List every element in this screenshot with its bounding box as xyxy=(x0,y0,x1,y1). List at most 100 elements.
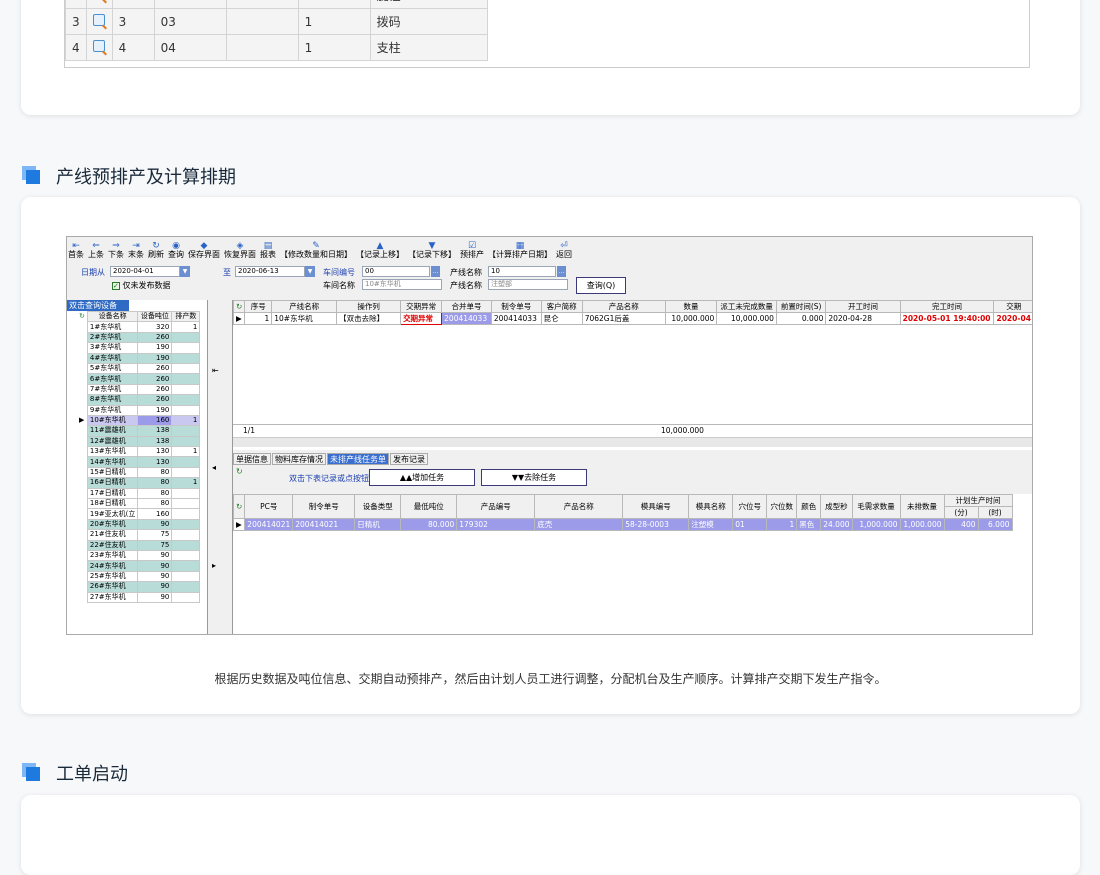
refresh-icon[interactable]: ↻ xyxy=(77,311,88,322)
first-record-icon[interactable]: ⇤ xyxy=(212,366,219,375)
toolbar-button[interactable]: ⇐ 上条 xyxy=(88,242,104,260)
top-card: 22023旋钮33031拨码44041支柱 xyxy=(21,0,1080,115)
view-icon[interactable] xyxy=(92,14,105,26)
tab-2[interactable]: 物料库存情况 xyxy=(272,453,326,465)
machine-row[interactable]: 19#亚太机(立 160 xyxy=(77,508,201,520)
machine-tonnage: 260 xyxy=(137,394,173,406)
machine-row[interactable]: 25#东华机 90 xyxy=(77,570,201,583)
toolbar-button[interactable]: ⇒ 下条 xyxy=(108,242,124,260)
move-right-icon[interactable]: ▸ xyxy=(212,561,216,570)
toolbar-button[interactable]: ⏎ 返回 xyxy=(556,242,572,260)
toolbar-button[interactable]: ◉ 查询 xyxy=(168,242,184,260)
schedule-cell: 0.000 xyxy=(775,312,827,325)
toolbar-button[interactable]: ▲ 【记录上移】 xyxy=(356,241,404,260)
tab-4[interactable]: 发布记录 xyxy=(390,453,428,465)
toolbar-button[interactable]: ▦ 【计算排产日期】 xyxy=(488,242,552,260)
machine-row[interactable]: 17#日精机 80 xyxy=(77,487,201,500)
machine-row[interactable]: 8#东华机 260 xyxy=(77,394,201,406)
machine-count xyxy=(171,560,201,572)
toolbar: ⇤ 首条 ⇐ 上条 ⇒ 下条 ⇥ 末条 ↻ 刷新 ◉ 查询 ◆ 保存界面 ◈ 恢复界面 ▤ 报表 ✎ 【修改数量和日期… xyxy=(67,237,1032,260)
only-unpublished-checkbox[interactable]: ✓ 仅未发布数据 xyxy=(112,280,171,291)
toolbar-icon: ☑ xyxy=(467,241,477,251)
column-header: 产线名称 xyxy=(271,300,338,313)
machine-tonnage: 75 xyxy=(137,539,173,552)
date-to-field[interactable]: 2020-06-13 xyxy=(235,266,305,277)
refresh-icon[interactable]: ↻ xyxy=(232,494,246,519)
machine-row[interactable]: 3#东华机 190 xyxy=(77,342,201,354)
machine-row[interactable]: 20#东华机 90 xyxy=(77,518,201,531)
machine-row[interactable]: 26#东华机 90 xyxy=(77,581,201,593)
machine-row[interactable]: 4#东华机 190 xyxy=(77,352,201,364)
horizontal-scrollbar[interactable] xyxy=(233,437,1032,447)
machine-row[interactable]: 7#东华机 260 xyxy=(77,383,201,396)
date-from-field[interactable]: 2020-04-01 xyxy=(110,266,180,277)
toolbar-button[interactable]: ◆ 保存界面 xyxy=(188,242,220,260)
column-header: 前置时间(S) xyxy=(775,300,827,313)
machine-row[interactable]: 24#东华机 90 xyxy=(77,560,201,572)
toolbar-icon: ✎ xyxy=(312,241,320,251)
workshop-no-lookup[interactable]: … xyxy=(431,266,440,277)
machine-row[interactable]: 2#东华机 260 xyxy=(77,331,201,344)
machine-row[interactable]: 22#住友机 75 xyxy=(77,539,201,552)
toolbar-button[interactable]: ⇥ 末条 xyxy=(128,242,144,260)
refresh-icon[interactable]: ↻ xyxy=(236,467,243,476)
machine-count xyxy=(171,435,201,448)
task-cell: 日精机 xyxy=(354,518,402,531)
row-pointer xyxy=(77,363,87,373)
table-row[interactable]: 3 3 03 1 拨码 xyxy=(65,8,488,35)
machine-row[interactable]: 15#日精机 80 xyxy=(77,466,201,479)
toolbar-button[interactable]: ▤ 报表 xyxy=(260,242,276,260)
task-cell: 200414021 xyxy=(244,518,294,531)
unscheduled-table: ↻ PC号 制令单号 设备类型 最低吨位 产品编号 产品名称 模具编号 模具名称 穴位号 穴位数 颜色… xyxy=(232,494,1013,531)
table-row[interactable]: 22023旋钮 xyxy=(65,0,488,9)
toolbar-button[interactable]: ☑ 预排产 xyxy=(460,241,484,260)
machine-count xyxy=(171,352,201,364)
machine-row[interactable]: 23#东华机 90 xyxy=(77,549,201,562)
tab-1[interactable]: 单据信息 xyxy=(233,453,271,465)
machine-row[interactable]: 6#东华机 260 xyxy=(77,373,201,385)
toolbar-button[interactable]: ▼ 【记录下移】 xyxy=(408,242,456,260)
refresh-icon[interactable]: ↻ xyxy=(232,300,246,313)
date-from-dropdown[interactable]: ▼ xyxy=(180,266,190,277)
scheduling-caption: 根据历史数据及吨位信息、交期自动预排产，然后由计划人员工进行调整，分配机台及生产… xyxy=(214,672,887,686)
workshop-name-field[interactable]: 10#东华机 xyxy=(362,279,442,290)
machine-row[interactable]: ▶ 10#东华机 160 1 xyxy=(77,414,201,427)
section-title: 产线预排产及计算排期 xyxy=(56,167,236,187)
machine-row[interactable]: 9#东华机 190 xyxy=(77,404,201,416)
machine-row[interactable]: 14#东华机 130 xyxy=(77,456,201,468)
line-name-field[interactable]: 10 xyxy=(488,266,556,277)
machine-row[interactable]: 5#东华机 260 xyxy=(77,362,201,375)
machine-row[interactable]: 21#住友机 75 xyxy=(77,529,201,541)
row-number: 3 xyxy=(65,8,87,35)
machine-tonnage: 90 xyxy=(137,518,173,531)
toolbar-button[interactable]: ⇤ 首条 xyxy=(68,242,84,260)
line-name-lookup[interactable]: … xyxy=(557,266,566,277)
toolbar-button[interactable]: ✎ 【修改数量和日期】 xyxy=(280,241,352,260)
section-title: 工单启动 xyxy=(56,764,128,784)
machine-row[interactable]: 1#东华机 320 1 xyxy=(77,321,201,333)
row-number: 4 xyxy=(65,34,87,61)
column-header: 制令单号 xyxy=(292,494,356,519)
move-left-icon[interactable]: ◂ xyxy=(212,463,216,472)
workshop-no-field[interactable]: 00 xyxy=(362,266,430,277)
add-task-button[interactable]: ▲▲增加任务 xyxy=(369,469,475,486)
date-to-dropdown[interactable]: ▼ xyxy=(305,266,315,277)
machine-name: 6#东华机 xyxy=(86,373,139,385)
machine-row[interactable]: 12#震雄机 138 xyxy=(77,435,201,448)
tab-3[interactable]: 未排产线任务单 xyxy=(327,453,389,465)
machine-row[interactable]: 18#日精机 80 xyxy=(77,498,201,510)
machine-row[interactable]: 27#东华机 90 xyxy=(77,591,201,603)
toolbar-label: 【计算排产日期】 xyxy=(488,250,552,259)
line-name2-field[interactable]: 注塑部 xyxy=(488,279,568,290)
view-icon[interactable] xyxy=(92,40,105,52)
query-button[interactable]: 查询(Q) xyxy=(576,277,626,294)
machine-row[interactable]: 11#震雄机 138 xyxy=(77,425,201,437)
remove-task-button[interactable]: ▼▼去除任务 xyxy=(481,469,587,486)
toolbar-button[interactable]: ◈ 恢复界面 xyxy=(224,241,256,260)
table-row[interactable]: 4 4 04 1 支柱 xyxy=(65,34,488,61)
toolbar-icon: ◈ xyxy=(236,241,244,251)
machine-row[interactable]: 16#日精机 80 1 xyxy=(77,477,201,489)
machine-row[interactable]: 13#东华机 130 1 xyxy=(77,446,201,458)
toolbar-icon: ▲ xyxy=(376,241,384,251)
toolbar-button[interactable]: ↻ 刷新 xyxy=(148,242,164,260)
